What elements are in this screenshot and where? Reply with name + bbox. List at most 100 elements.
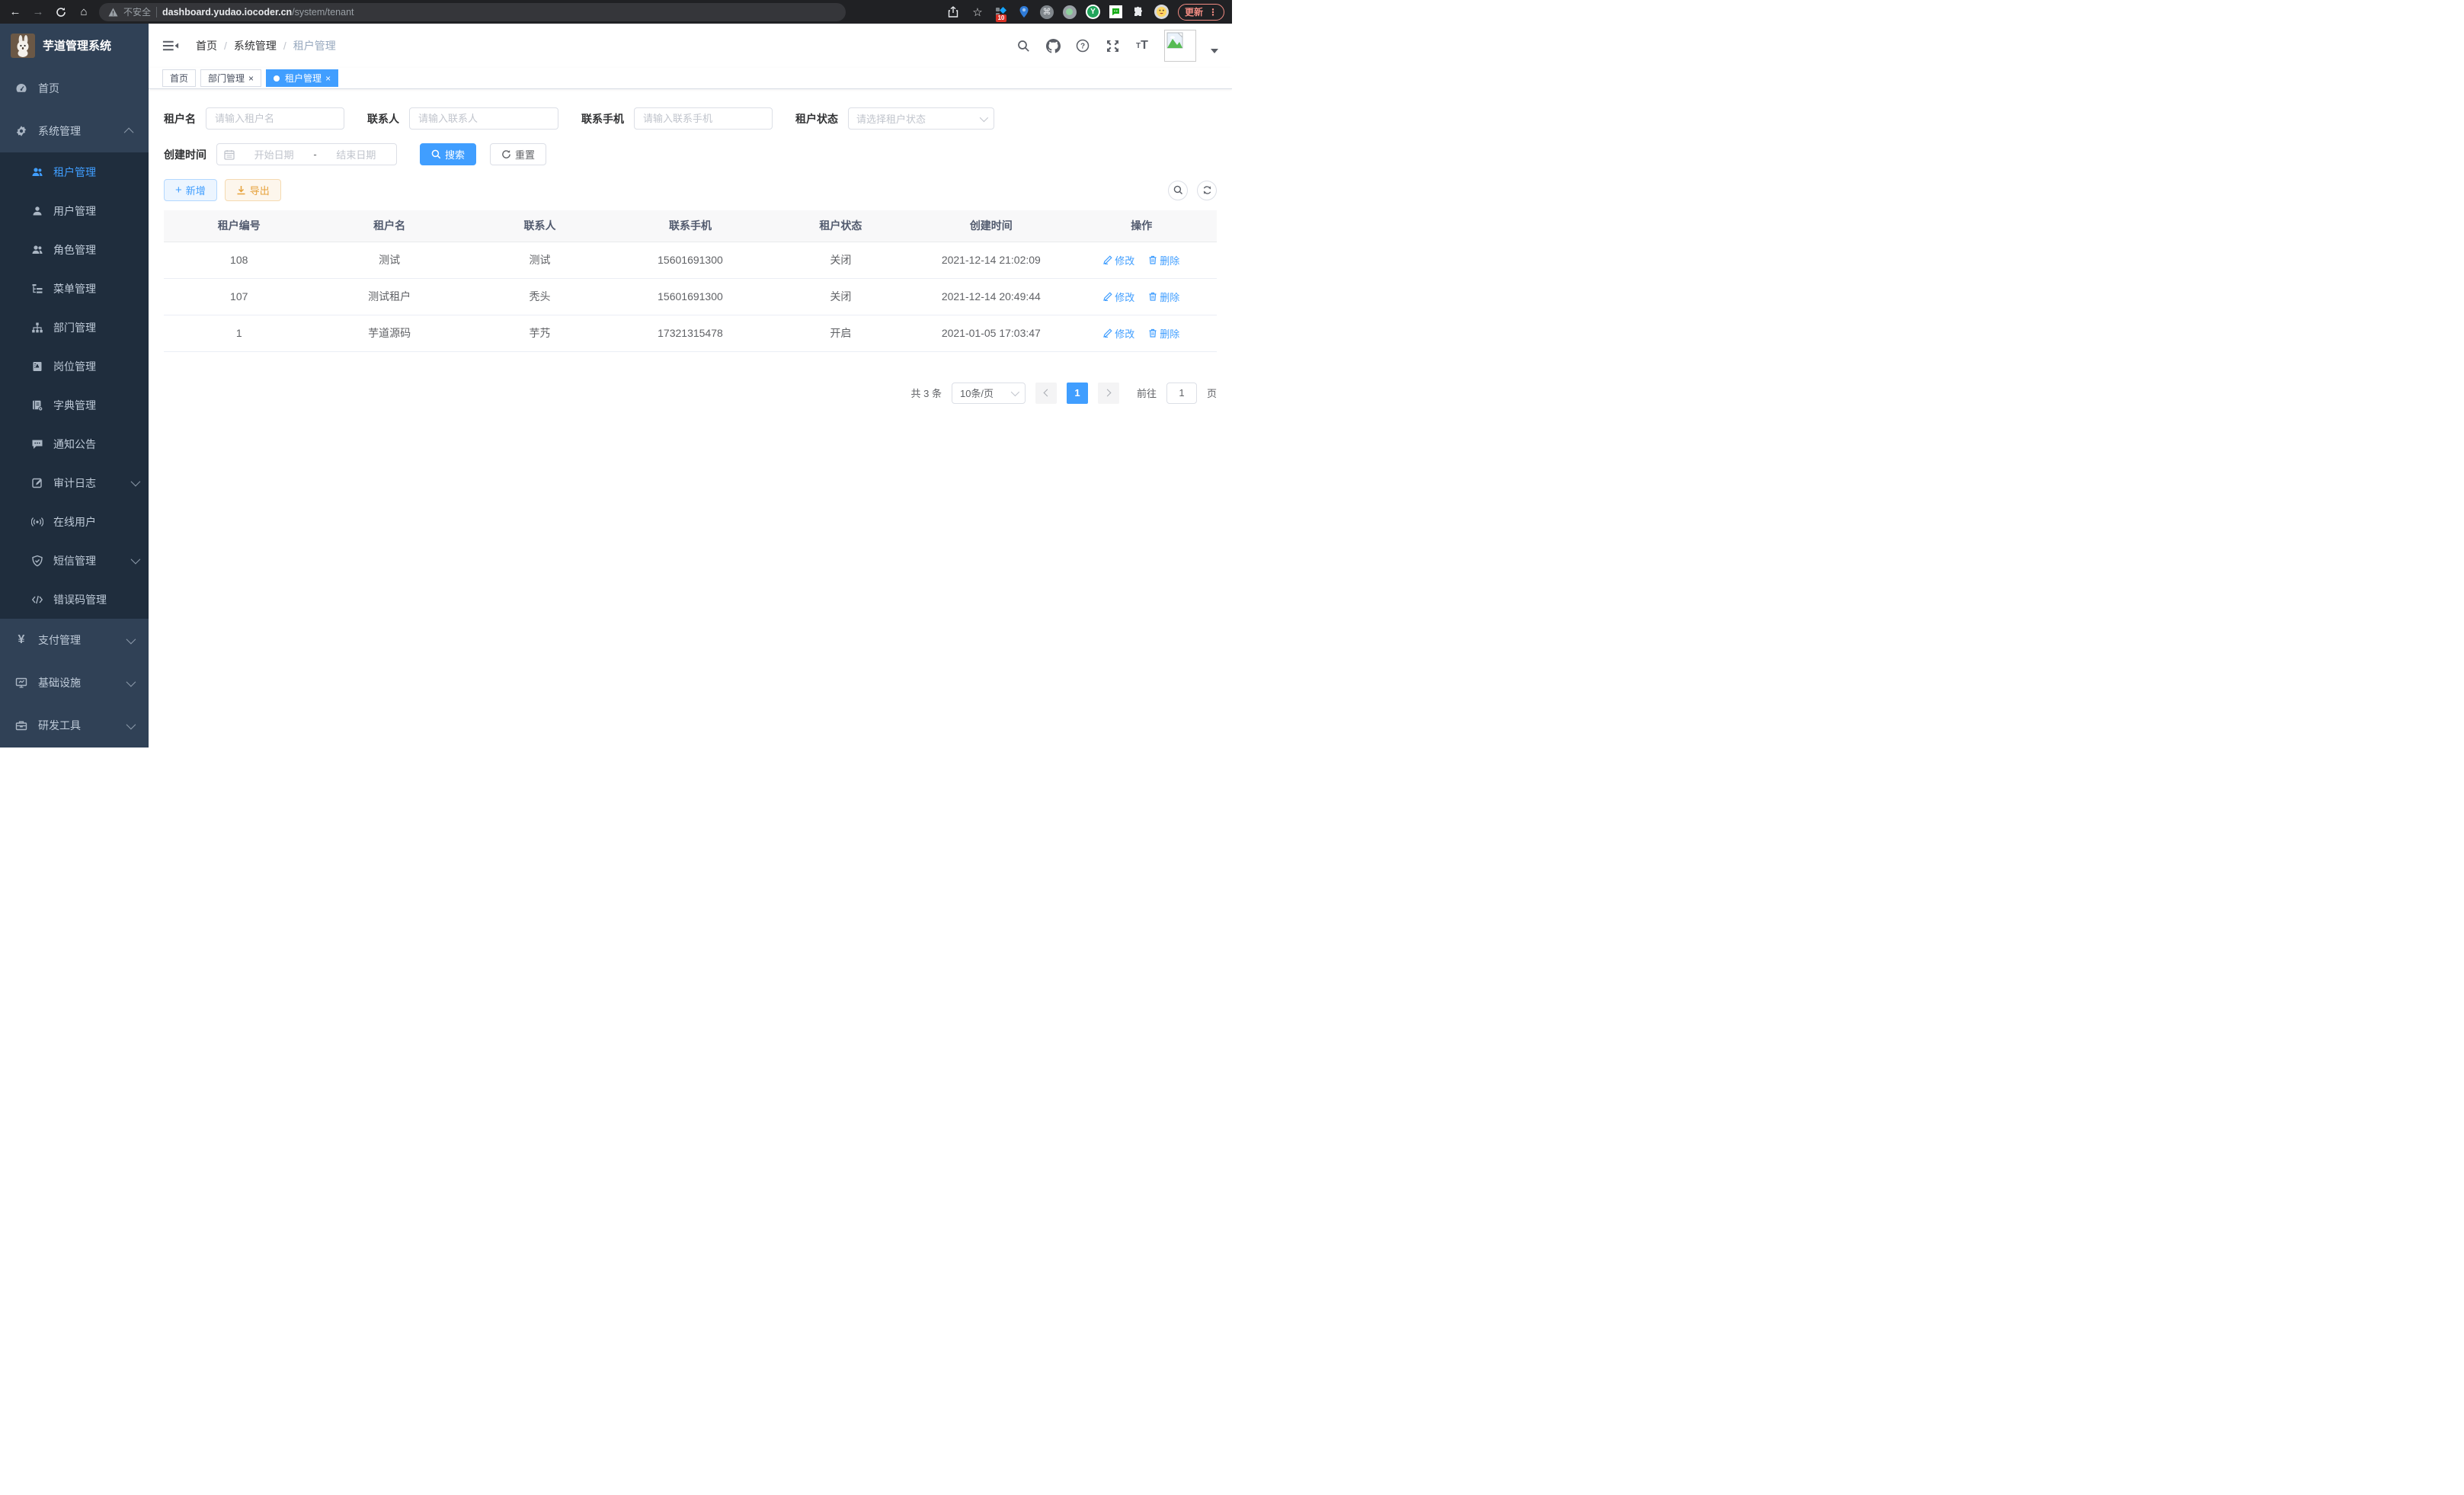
- bookmark-star-icon[interactable]: ☆: [970, 5, 985, 20]
- dictionary-icon: [31, 399, 43, 411]
- chevron-down-icon: [126, 634, 136, 644]
- browser-update-button[interactable]: 更新 ⋮: [1178, 4, 1224, 21]
- tenant-name-input[interactable]: [206, 107, 344, 130]
- sidebar-item-label: 系统管理: [38, 123, 116, 139]
- delete-link[interactable]: 删除: [1148, 253, 1179, 267]
- sidebar-item-sms[interactable]: 短信管理: [0, 541, 149, 580]
- date-range-picker[interactable]: 开始日期 - 结束日期: [216, 143, 397, 165]
- share-icon[interactable]: [946, 5, 961, 20]
- sidebar-item-label: 用户管理: [53, 203, 138, 219]
- logo-image: [11, 34, 35, 58]
- edit-link[interactable]: 修改: [1103, 326, 1134, 341]
- extension-utools-icon[interactable]: 10: [994, 5, 1008, 19]
- sidebar-item-payment[interactable]: ¥ 支付管理: [0, 619, 149, 661]
- chevron-down-icon: [980, 113, 988, 121]
- sidebar-item-label: 菜单管理: [53, 281, 138, 296]
- gear-icon: [15, 125, 27, 137]
- tab-tenant-active[interactable]: 租户管理 ×: [266, 69, 338, 87]
- tab-close-icon[interactable]: ×: [248, 74, 254, 83]
- address-bar[interactable]: 不安全 dashboard.yudao.iocoder.cn/system/te…: [99, 3, 846, 21]
- help-icon[interactable]: ?: [1075, 38, 1090, 53]
- header-bar: 首页 / 系统管理 / 租户管理 ?: [149, 24, 1232, 68]
- col-actions: 操作: [1067, 210, 1217, 242]
- browser-forward-icon[interactable]: →: [30, 5, 46, 20]
- extension-command-icon[interactable]: ⌘: [1040, 5, 1054, 19]
- search-button[interactable]: 搜索: [420, 143, 476, 165]
- header-search-icon[interactable]: [1016, 38, 1031, 53]
- table-row: 1 芋道源码 芋艿 17321315478 开启 2021-01-05 17:0…: [164, 315, 1217, 351]
- cell-mobile: 15601691300: [615, 242, 765, 278]
- tab-close-icon[interactable]: ×: [325, 74, 331, 83]
- next-page-button[interactable]: [1098, 383, 1119, 404]
- page-number-1[interactable]: 1: [1067, 383, 1088, 404]
- delete-link[interactable]: 删除: [1148, 290, 1179, 304]
- user-avatar-broken-image[interactable]: [1164, 30, 1196, 62]
- tab-home[interactable]: 首页: [162, 69, 196, 87]
- table-search-toggle-icon[interactable]: [1168, 181, 1188, 200]
- contact-input[interactable]: [409, 107, 558, 130]
- browser-back-icon[interactable]: ←: [8, 5, 23, 20]
- extension-yudao-icon[interactable]: Y: [1086, 5, 1100, 19]
- add-button[interactable]: + 新增: [164, 179, 217, 201]
- cell-contact: 芋艿: [465, 315, 615, 351]
- org-tree-icon: [31, 322, 43, 334]
- sidebar-item-home[interactable]: 首页: [0, 67, 149, 110]
- status-label: 租户状态: [795, 111, 838, 126]
- extension-green-dot-icon[interactable]: [1063, 5, 1077, 19]
- sidebar-item-error-code[interactable]: 错误码管理: [0, 580, 149, 619]
- table-refresh-icon[interactable]: [1197, 181, 1217, 200]
- browser-reload-icon[interactable]: [53, 5, 69, 20]
- sidebar-item-dev-tools[interactable]: 研发工具: [0, 704, 149, 747]
- cell-status: 开启: [766, 315, 916, 351]
- chat-bubble-icon: [31, 438, 43, 450]
- sidebar-item-infrastructure[interactable]: 基础设施: [0, 661, 149, 704]
- browser-menu-kebab-icon[interactable]: ⋮: [1208, 7, 1218, 18]
- sidebar-item-system[interactable]: 系统管理: [0, 110, 149, 152]
- sidebar-item-menu[interactable]: 菜单管理: [0, 269, 149, 308]
- sidebar-item-label: 错误码管理: [53, 592, 138, 607]
- sidebar-item-user[interactable]: 用户管理: [0, 191, 149, 230]
- cell-tenant-name: 测试: [314, 242, 464, 278]
- col-status: 租户状态: [766, 210, 916, 242]
- sidebar-header[interactable]: 芋道管理系统: [0, 24, 149, 67]
- github-icon[interactable]: [1045, 38, 1061, 53]
- profile-avatar-icon[interactable]: [1154, 5, 1169, 19]
- sidebar-item-audit-log[interactable]: 审计日志: [0, 463, 149, 502]
- sidebar-item-label: 部门管理: [53, 320, 138, 335]
- export-button[interactable]: 导出: [225, 179, 281, 201]
- tab-dept[interactable]: 部门管理 ×: [200, 69, 261, 87]
- extension-pin-icon[interactable]: [1017, 5, 1031, 19]
- edit-link[interactable]: 修改: [1103, 253, 1134, 267]
- sidebar-item-dict[interactable]: 字典管理: [0, 386, 149, 424]
- sidebar-item-label: 首页: [38, 81, 133, 96]
- avatar-dropdown-caret-icon[interactable]: [1211, 49, 1218, 53]
- sidebar-item-online-users[interactable]: 在线用户: [0, 502, 149, 541]
- sidebar-fold-icon[interactable]: [162, 40, 179, 52]
- extension-chat-icon[interactable]: [1109, 5, 1122, 18]
- add-button-label: 新增: [186, 183, 206, 197]
- font-size-icon[interactable]: TT: [1134, 38, 1150, 53]
- cell-contact: 测试: [465, 242, 615, 278]
- reset-button[interactable]: 重置: [490, 143, 546, 165]
- breadcrumb-system[interactable]: 系统管理: [234, 38, 277, 53]
- browser-home-icon[interactable]: ⌂: [76, 5, 91, 20]
- extensions-puzzle-icon[interactable]: [1131, 5, 1145, 19]
- page-size-select[interactable]: 10条/页: [952, 383, 1026, 404]
- sidebar-item-role[interactable]: 角色管理: [0, 230, 149, 269]
- goto-page-input[interactable]: [1166, 383, 1197, 404]
- sidebar-item-notice[interactable]: 通知公告: [0, 424, 149, 463]
- reset-button-label: 重置: [515, 147, 535, 162]
- sidebar-item-tenant[interactable]: 租户管理: [0, 152, 149, 191]
- mobile-input[interactable]: [634, 107, 773, 130]
- plus-icon: +: [175, 184, 182, 196]
- prev-page-button[interactable]: [1035, 383, 1057, 404]
- sidebar-item-dept[interactable]: 部门管理: [0, 308, 149, 347]
- status-select[interactable]: 请选择租户状态: [848, 107, 994, 130]
- edit-link[interactable]: 修改: [1103, 290, 1134, 304]
- sidebar-item-post[interactable]: 岗位管理: [0, 347, 149, 386]
- fullscreen-icon[interactable]: [1105, 38, 1120, 53]
- cell-tenant-id: 108: [164, 242, 314, 278]
- sidebar-item-label: 在线用户: [53, 514, 138, 530]
- breadcrumb-home[interactable]: 首页: [196, 38, 217, 53]
- delete-link[interactable]: 删除: [1148, 326, 1179, 341]
